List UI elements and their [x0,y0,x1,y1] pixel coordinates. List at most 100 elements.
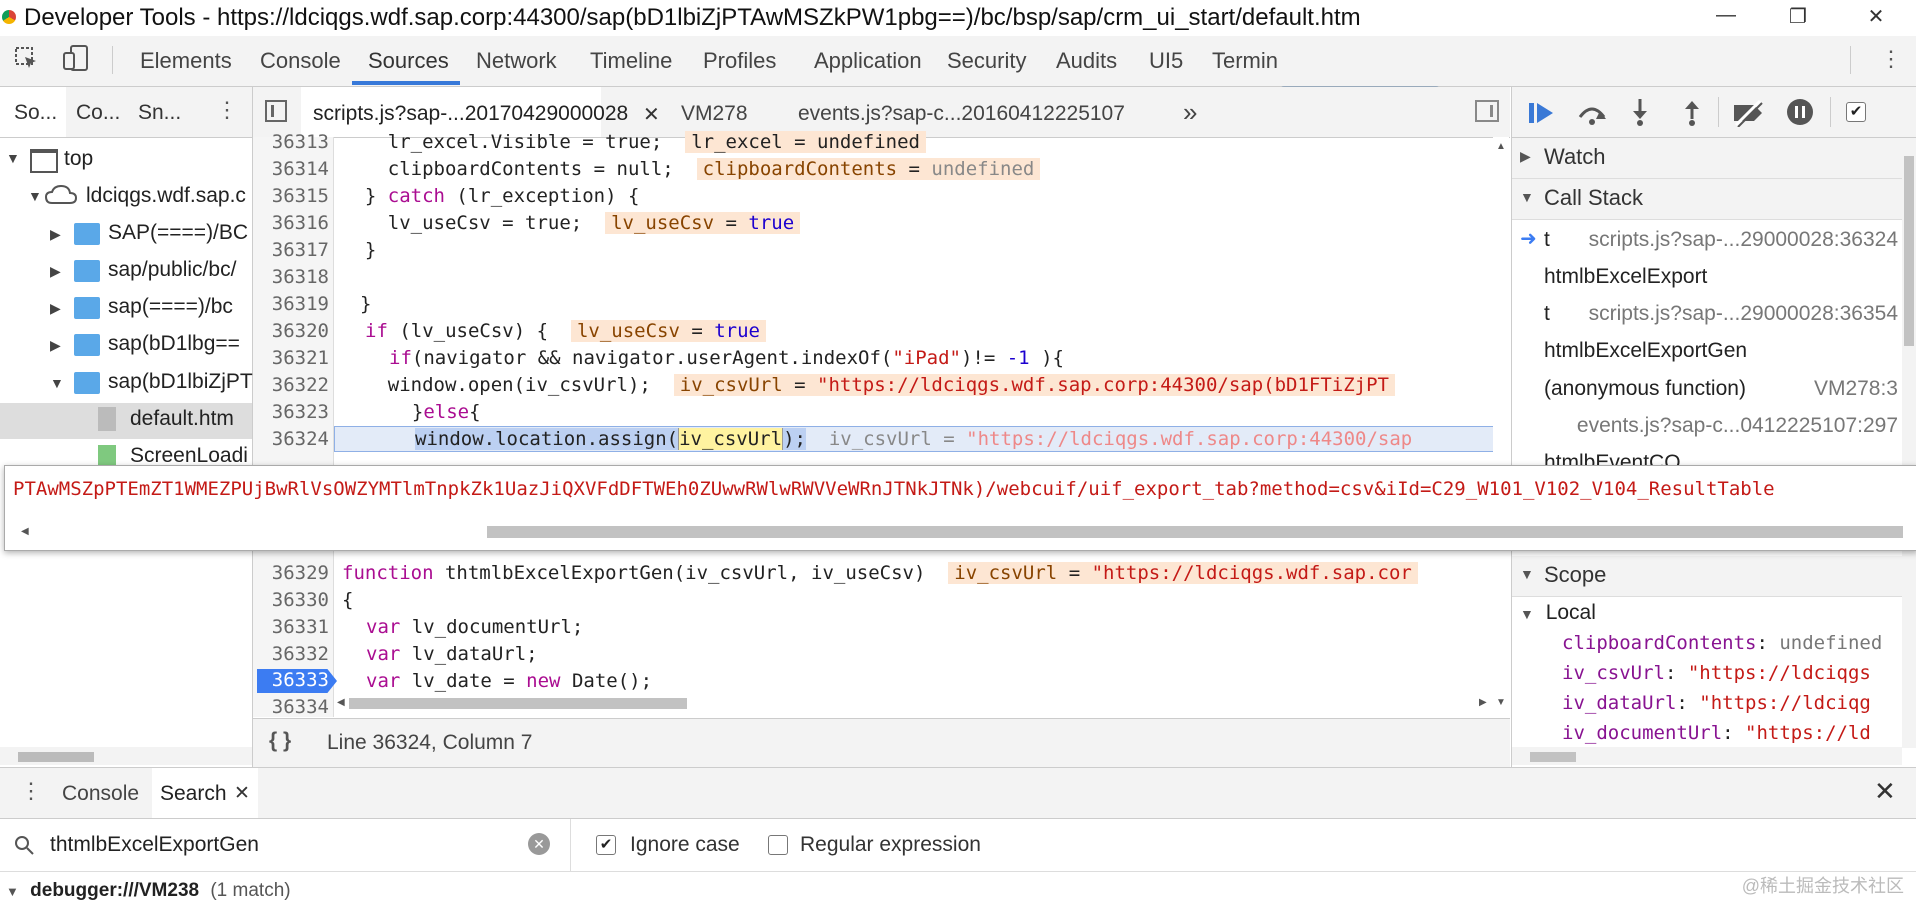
hovered-variable[interactable]: iv_csvUrl [678,428,784,450]
drawer-menu-icon[interactable]: ⋮ [20,778,42,804]
collapse-arrow-icon[interactable]: ▶ [50,226,61,243]
ignore-case-label[interactable]: Ignore case [630,833,740,857]
drawer-tab-console[interactable]: Console [62,782,139,806]
pretty-print-button[interactable]: { } [269,729,291,753]
sidebar-vertical-scrollbar[interactable] [1902,138,1916,748]
regex-checkbox[interactable] [768,835,788,855]
tree-item-domain[interactable]: ldciqgs.wdf.sap.c [86,184,246,208]
step-over-icon[interactable] [1576,99,1608,132]
more-tabs-button[interactable]: » [1183,97,1197,128]
tab-audits[interactable]: Audits [1056,48,1117,74]
expand-arrow-icon[interactable]: ▼ [6,150,20,166]
tree-item-folder[interactable]: sap(bD1lbiZjPT [108,370,253,394]
watch-section-header[interactable]: ▶ Watch [1512,138,1902,179]
scope-variable[interactable]: iv_documentUrl: "https://ld [1562,722,1902,744]
scope-variable[interactable]: iv_csvUrl: "https://ldciqgs [1562,662,1902,684]
tree-item-file[interactable]: default.htm [130,407,234,431]
nav-tab-snippets[interactable]: Sn... [138,101,181,125]
editor-horizontal-scrollbar[interactable]: ◀ ▶ [335,695,1493,711]
variable-value-popover[interactable]: PTAwMSZpPTEmZT1WMEZPUjBwRlVsOWZYMTlmTnpk… [4,465,1916,551]
tree-item-folder[interactable]: sap/public/bc/ [108,258,236,282]
line-number[interactable]: 36313 [253,131,329,153]
sidebar-horizontal-scrollbar[interactable] [1512,747,1902,765]
nav-tab-sources[interactable]: So... [14,101,57,125]
scope-variable[interactable]: clipboardContents: undefined [1562,632,1902,654]
collapse-arrow-icon[interactable]: ▶ [50,300,61,317]
tab-ui5[interactable]: UI5 [1149,48,1183,74]
line-number[interactable]: 36329 [253,562,329,584]
tree-item-top[interactable]: top [64,147,93,171]
line-number[interactable]: 36331 [253,616,329,638]
selected-code[interactable]: ); [783,428,806,450]
line-number[interactable]: 36318 [253,266,329,288]
tab-timeline[interactable]: Timeline [590,48,672,74]
expand-arrow-icon[interactable]: ▼ [50,375,64,391]
restore-button[interactable]: ❐ [1778,4,1818,29]
callstack-frame[interactable]: t scripts.js?sap-...29000028:36354 [1512,298,1902,334]
line-number[interactable]: 36330 [253,589,329,611]
tab-sources[interactable]: Sources [368,48,449,74]
callstack-frame[interactable]: htmlbEventCO [1512,447,1902,467]
scrollbar-thumb[interactable] [1530,752,1576,762]
scrollbar-thumb[interactable] [18,752,94,762]
toggle-navigator-icon[interactable] [265,100,287,122]
scroll-right-arrow-icon[interactable]: ▶ [1479,697,1487,708]
selected-code[interactable]: window.location.assign( [415,428,679,450]
scope-variable[interactable]: iv_dataUrl: "https://ldciqg [1562,692,1902,714]
breakpoint-line-number[interactable]: 36333 [253,669,329,691]
editor-tab-vm278[interactable]: VM278 [681,102,748,126]
line-number[interactable]: 36319 [253,293,329,315]
pause-on-exceptions-icon[interactable] [1786,98,1814,131]
search-input[interactable]: thtmlbExcelExportGen [50,833,259,857]
resume-icon[interactable] [1527,99,1557,132]
tree-item-folder[interactable]: sap(====)/bc [108,295,233,319]
local-scope-header[interactable]: ▼ Local [1520,601,1596,625]
collapse-arrow-icon[interactable]: ▶ [50,263,61,280]
callstack-frame[interactable]: events.js?sap-c...0412225107:297 [1512,410,1902,446]
tree-item-folder[interactable]: SAP(====)/BC [108,221,248,245]
tab-terminal[interactable]: Termin [1212,48,1278,74]
line-number[interactable]: 36322 [253,374,329,396]
async-checkbox[interactable]: ✔ [1846,102,1866,122]
scroll-left-arrow-icon[interactable]: ◀ [21,526,29,537]
close-button[interactable]: ✕ [1856,4,1896,29]
editor-vertical-scrollbar[interactable]: ▲ ▼ [1493,137,1509,717]
tree-item-folder[interactable]: sap(bD1lbg== [108,332,240,356]
line-number[interactable]: 36332 [253,643,329,665]
close-drawer-icon[interactable]: ✕ [1874,776,1896,807]
tab-elements[interactable]: Elements [140,48,232,74]
toggle-debugger-icon[interactable] [1475,100,1499,122]
ignore-case-checkbox[interactable]: ✔ [596,835,616,855]
step-into-icon[interactable] [1628,97,1652,132]
scroll-down-arrow-icon[interactable]: ▼ [1496,697,1506,708]
inspect-element-icon[interactable] [14,46,38,70]
deactivate-breakpoints-icon[interactable] [1730,99,1766,132]
collapse-arrow-icon[interactable]: ▶ [50,337,61,354]
tab-security[interactable]: Security [947,48,1026,74]
line-number[interactable]: 36317 [253,239,329,261]
line-number[interactable]: 36323 [253,401,329,423]
editor-tab-events[interactable]: events.js?sap-c...20160412225107 [798,102,1125,126]
more-options-icon[interactable]: ⋮ [1880,46,1902,72]
scroll-left-arrow-icon[interactable]: ◀ [337,697,345,708]
callstack-frame[interactable]: ➜ t scripts.js?sap-...29000028:36324 [1512,224,1902,260]
callstack-frame[interactable]: (anonymous function) VM278:3 [1512,373,1902,409]
close-tab-icon[interactable]: ✕ [234,782,250,805]
expand-arrow-icon[interactable]: ▼ [28,188,42,204]
regex-label[interactable]: Regular expression [800,833,981,857]
line-number[interactable]: 36321 [253,347,329,369]
popover-horizontal-scrollbar[interactable]: ◀ [21,524,1911,540]
editor-tab-scripts[interactable]: scripts.js?sap-...20170429000028 [313,102,628,126]
scrollbar-thumb[interactable] [349,698,687,709]
line-number[interactable]: 36315 [253,185,329,207]
drawer-tab-search[interactable]: Search [160,782,227,806]
nav-tab-content-scripts[interactable]: Co... [76,101,120,125]
tab-console[interactable]: Console [260,48,341,74]
tab-profiles[interactable]: Profiles [703,48,776,74]
tab-network[interactable]: Network [476,48,557,74]
nav-horizontal-scrollbar[interactable] [0,747,252,765]
scroll-up-arrow-icon[interactable]: ▲ [1496,141,1506,152]
tab-application[interactable]: Application [814,48,922,74]
line-number[interactable]: 36316 [253,212,329,234]
popover-value[interactable]: PTAwMSZpPTEmZT1WMEZPUjBwRlVsOWZYMTlmTnpk… [13,478,1913,500]
